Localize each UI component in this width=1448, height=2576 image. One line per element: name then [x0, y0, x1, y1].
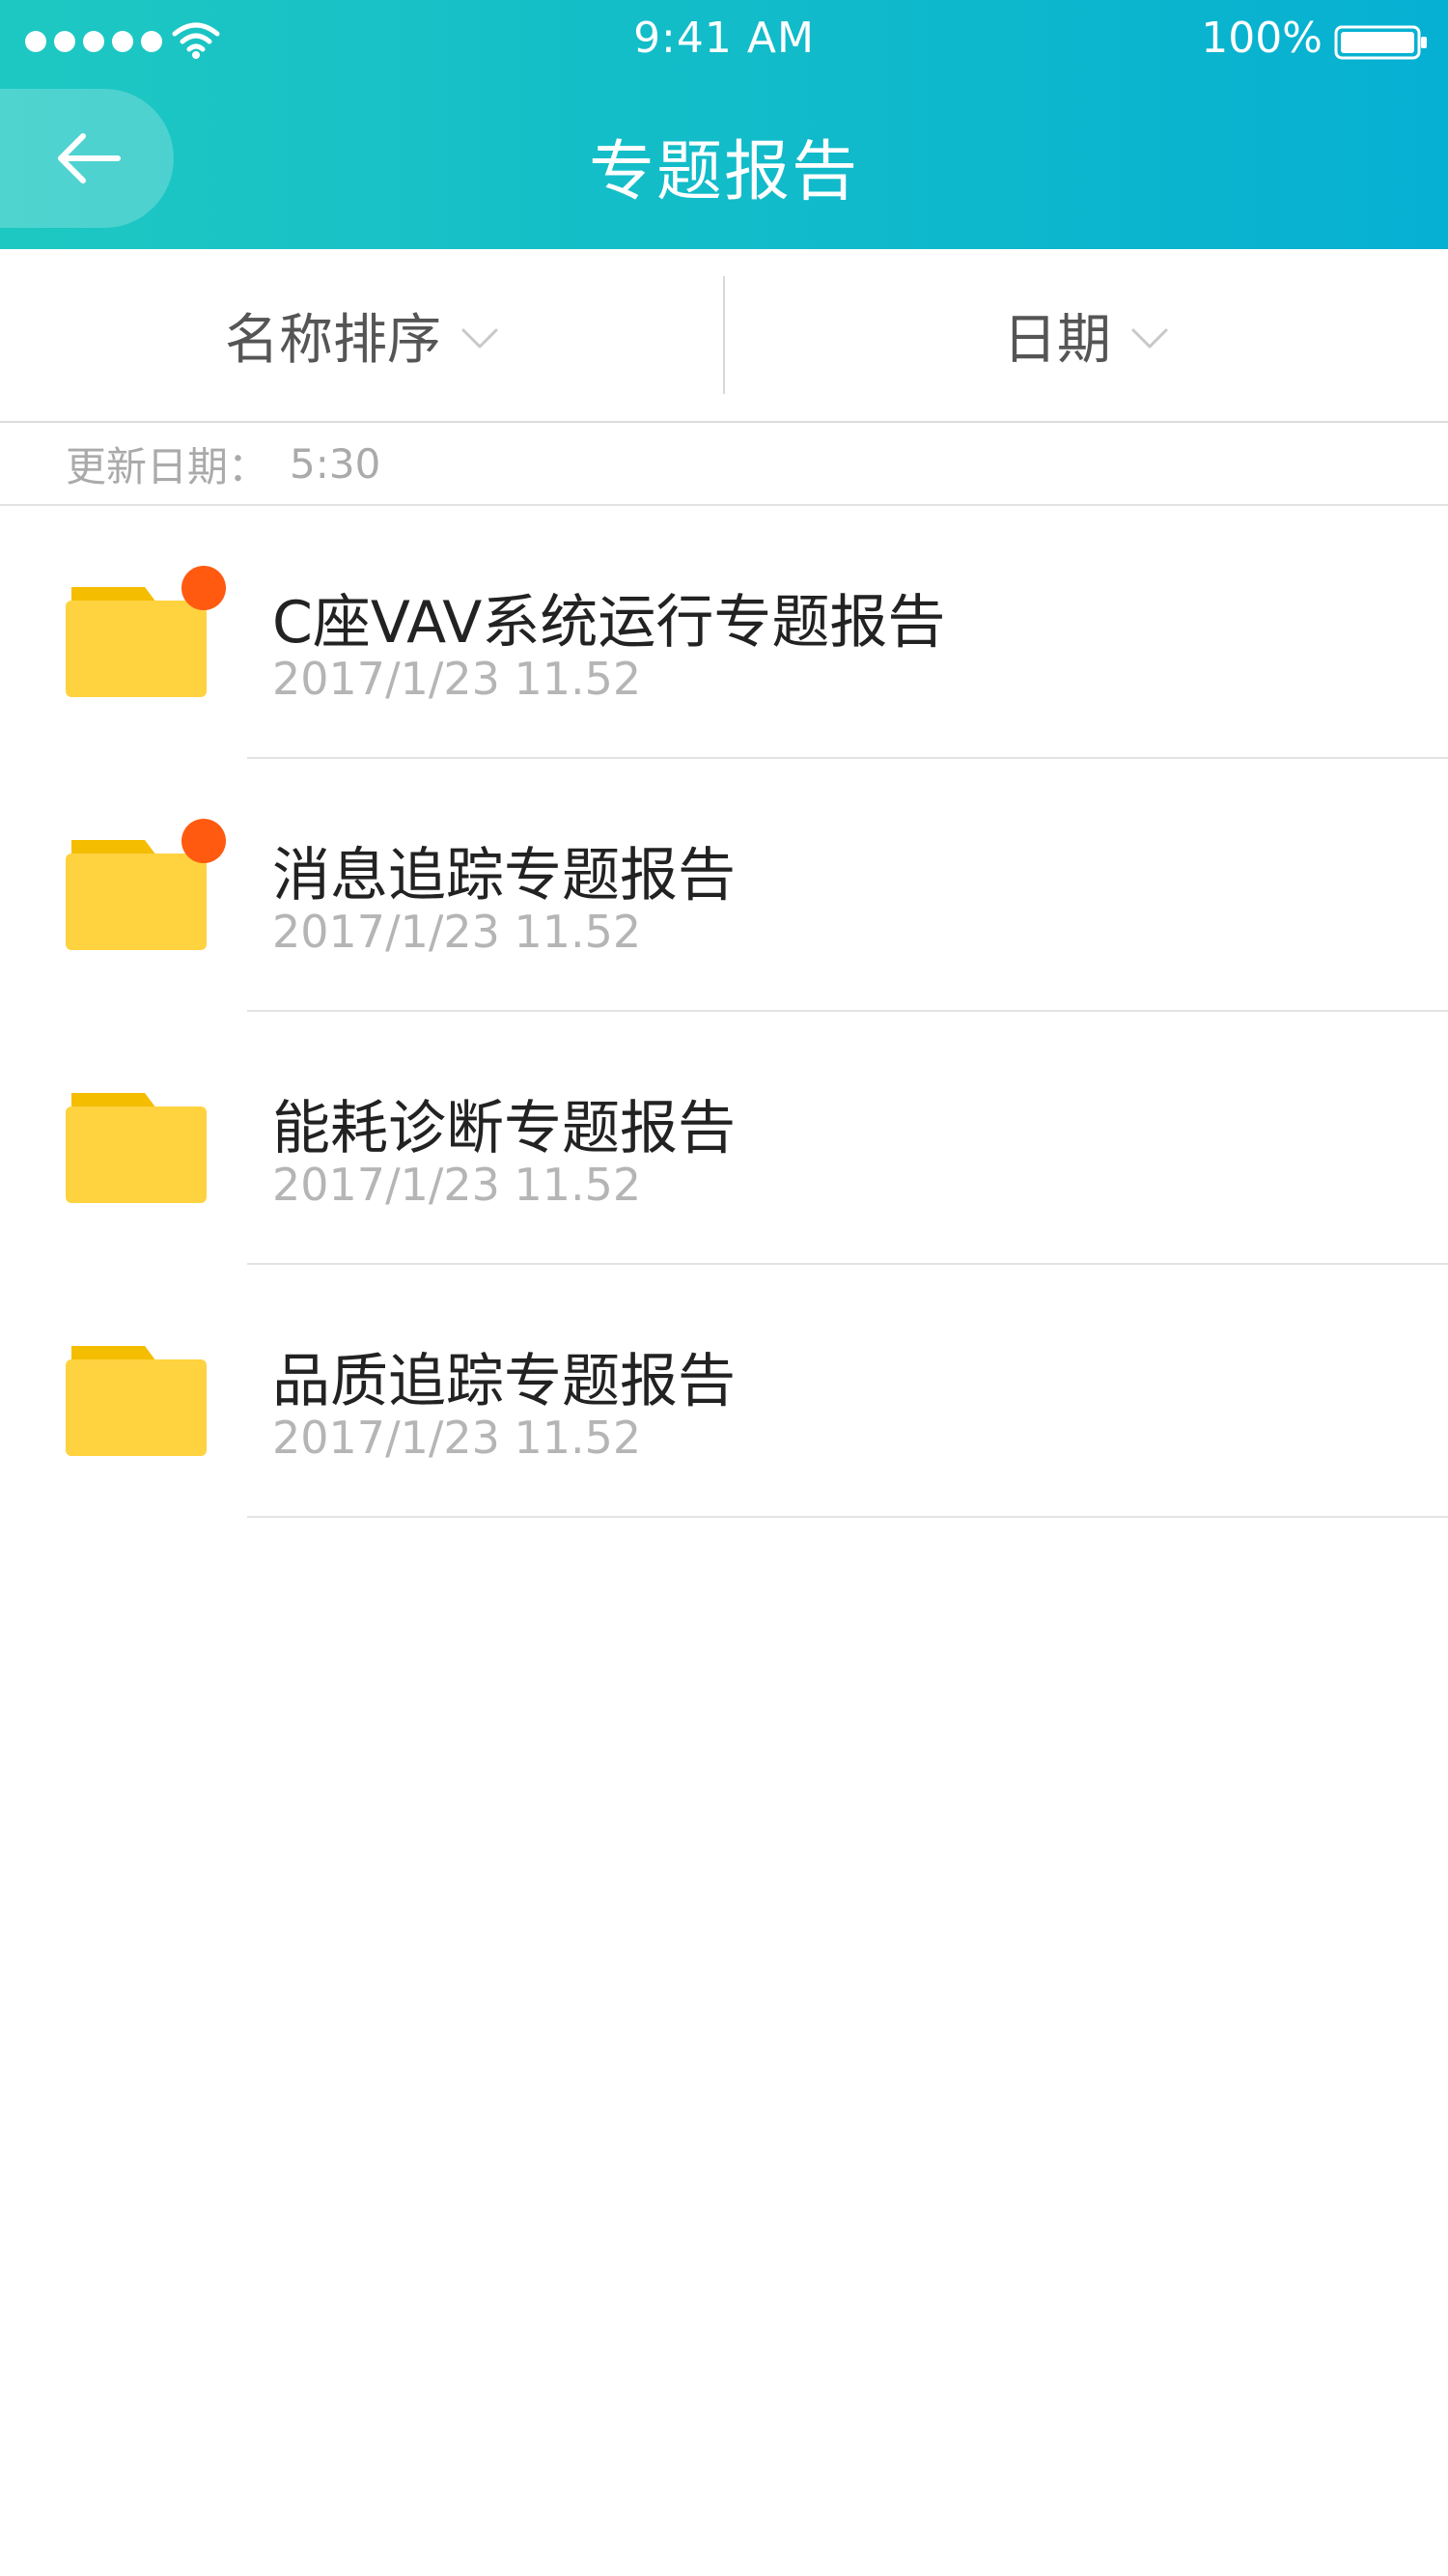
- battery-percent: 100%: [1201, 14, 1323, 63]
- name-sort-dropdown[interactable]: 名称排序: [0, 249, 724, 421]
- filter-bar: 名称排序 日期: [0, 249, 1448, 423]
- report-title: C座VAV系统运行专题报告: [272, 589, 946, 657]
- date-label: 日期: [1003, 308, 1111, 372]
- report-date: 2017/1/23 11.52: [272, 1412, 642, 1464]
- battery-icon: [1334, 25, 1427, 60]
- folder-icon: [66, 1346, 207, 1456]
- page-title: 专题报告: [588, 134, 859, 210]
- chevron-down-icon: [1131, 328, 1168, 349]
- report-title: 能耗诊断专题报告: [272, 1095, 736, 1162]
- list-item[interactable]: 能耗诊断专题报告 2017/1/23 11.52: [0, 1012, 1448, 1265]
- header: 9:41 AM 100% 专题报告: [0, 0, 1448, 249]
- report-title: 品质追踪专题报告: [272, 1348, 736, 1415]
- report-date: 2017/1/23 11.52: [272, 906, 642, 958]
- folder-icon: [66, 1093, 207, 1203]
- update-label: 更新日期：: [66, 442, 269, 490]
- status-bar: 9:41 AM 100%: [0, 0, 1448, 83]
- report-list: C座VAV系统运行专题报告 2017/1/23 11.52 消息追踪专题报告 2…: [0, 506, 1448, 1518]
- chevron-down-icon: [461, 328, 498, 349]
- list-divider: [247, 1516, 1448, 1518]
- date-dropdown[interactable]: 日期: [724, 249, 1448, 421]
- unread-dot: [181, 819, 226, 863]
- unread-dot: [181, 566, 226, 610]
- list-item[interactable]: 消息追踪专题报告 2017/1/23 11.52: [0, 759, 1448, 1012]
- update-info: 更新日期： 5:30: [0, 423, 1448, 506]
- report-title: 消息追踪专题报告: [272, 842, 736, 910]
- list-item[interactable]: 品质追踪专题报告 2017/1/23 11.52: [0, 1265, 1448, 1518]
- report-date: 2017/1/23 11.52: [272, 1159, 642, 1211]
- screen: 9:41 AM 100% 专题报告 名称排序 日期 更新日期： 5:30 C座V…: [0, 0, 1448, 2576]
- list-item[interactable]: C座VAV系统运行专题报告 2017/1/23 11.52: [0, 506, 1448, 759]
- update-value: 5:30: [290, 439, 381, 488]
- report-date: 2017/1/23 11.52: [272, 653, 642, 705]
- name-sort-label: 名称排序: [225, 308, 441, 372]
